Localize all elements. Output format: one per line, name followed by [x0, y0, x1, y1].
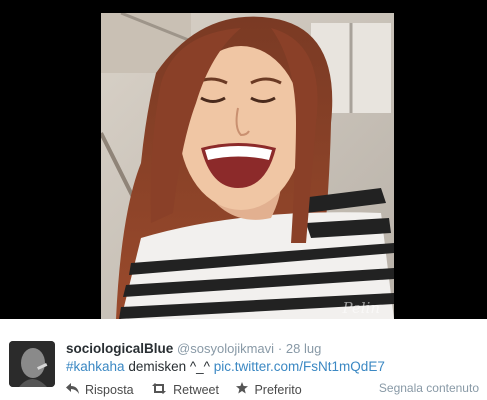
- avatar-image: [9, 341, 55, 387]
- pic-link[interactable]: pic.twitter.com/FsNt1mQdE7: [214, 359, 385, 374]
- tweet-header: sociologicalBlue @sosyolojikmavi · 28 lu…: [66, 341, 321, 357]
- photo-watermark: Pelin: [342, 299, 380, 317]
- retweet-icon: [151, 383, 167, 397]
- favorite-label: Preferito: [254, 382, 302, 397]
- tweet: sociologicalBlue @sosyolojikmavi · 28 lu…: [0, 319, 487, 400]
- star-icon: [236, 382, 249, 397]
- tweet-timestamp[interactable]: 28 lug: [286, 341, 321, 356]
- avatar[interactable]: [9, 341, 55, 387]
- hashtag-link[interactable]: #kahkaha: [66, 359, 125, 374]
- user-fullname[interactable]: sociologicalBlue: [66, 341, 173, 356]
- reply-button[interactable]: Risposta: [66, 383, 134, 397]
- photo-image: [101, 13, 394, 319]
- favorite-button[interactable]: Preferito: [236, 382, 302, 397]
- separator: ·: [277, 341, 283, 356]
- tweet-text: #kahkaha demisken ^_^ pic.twitter.com/Fs…: [66, 359, 385, 375]
- media-viewer[interactable]: Pelin: [0, 0, 487, 319]
- tweet-photo[interactable]: Pelin: [101, 13, 394, 319]
- reply-label: Risposta: [85, 383, 134, 397]
- retweet-label: Retweet: [173, 383, 219, 397]
- tweet-actions: Risposta Retweet Preferito: [66, 382, 316, 397]
- report-content-link[interactable]: Segnala contenuto: [379, 381, 479, 395]
- reply-icon: [66, 383, 79, 397]
- tweet-body: demisken ^_^: [124, 359, 214, 374]
- retweet-button[interactable]: Retweet: [151, 383, 219, 397]
- user-handle[interactable]: @sosyolojikmavi: [177, 341, 274, 356]
